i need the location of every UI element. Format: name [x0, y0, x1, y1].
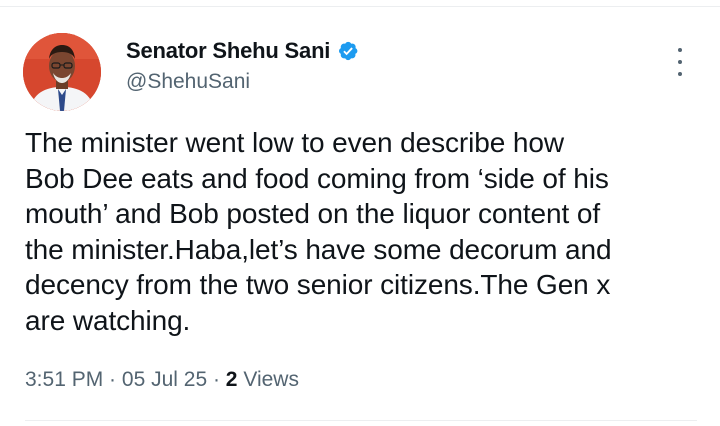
views-label[interactable]: Views — [237, 368, 299, 392]
tweet-text-line: mouth’ and Bob posted on the liquor cont… — [25, 198, 600, 229]
tweet-text: The minister went low to even describe h… — [25, 125, 705, 338]
author-display-name[interactable]: Senator Shehu Sani — [126, 38, 330, 64]
tweet-meta: 3:51 PM · 05 Jul 25 · 2 Views — [25, 368, 299, 392]
more-dot — [678, 48, 682, 52]
author-handle[interactable]: @ShehuSani — [126, 70, 250, 94]
tweet-text-line: are watching. — [25, 304, 191, 336]
author-avatar[interactable] — [23, 33, 101, 111]
avatar-photo-icon — [23, 33, 101, 111]
meta-separator: · — [103, 368, 122, 391]
verified-badge-icon[interactable] — [337, 40, 359, 62]
more-dot — [678, 60, 682, 64]
tweet-text-line: The minister went low to even describe h… — [25, 127, 564, 158]
tweet-time[interactable]: 3:51 PM — [25, 368, 103, 392]
views-count[interactable]: 2 — [226, 368, 238, 392]
tweet-text-line: the minister.Haba,let’s have some decoru… — [25, 233, 612, 265]
tweet-date[interactable]: 05 Jul 25 — [122, 368, 207, 392]
more-options-icon[interactable] — [670, 46, 690, 78]
tweet-text-line: Bob Dee eats and food coming from ‘side … — [25, 162, 609, 194]
tweet-text-line: decency from the two senior citizens.The… — [25, 269, 611, 300]
tweet-card: Senator Shehu Sani @ShehuSani The minist… — [0, 0, 720, 426]
meta-separator: · — [207, 368, 226, 391]
more-dot — [678, 72, 682, 76]
top-divider — [0, 6, 720, 7]
author-name-row[interactable]: Senator Shehu Sani — [126, 38, 359, 64]
bottom-divider — [25, 420, 697, 421]
